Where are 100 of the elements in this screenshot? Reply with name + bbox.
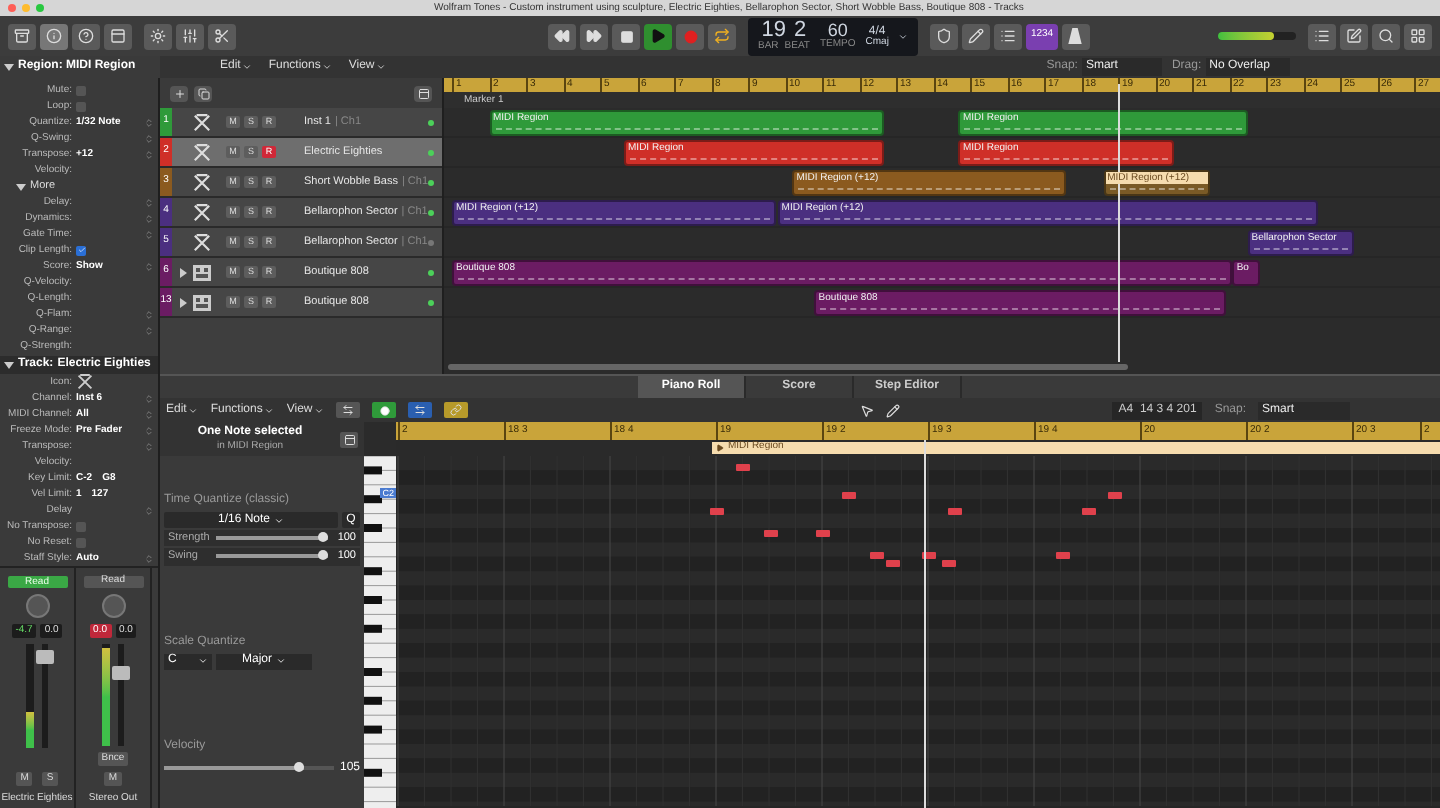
fast-forward-button[interactable] [580,23,608,49]
panel-toggle-button[interactable] [340,431,358,447]
chevron-down-icon [898,31,909,41]
browser-button[interactable] [1404,23,1432,49]
metronome-icon [1068,28,1083,44]
panel-icon [343,433,355,445]
piano-keyboard-drawing[interactable] [364,456,396,806]
play-icon [716,444,724,452]
checkbox[interactable] [76,85,86,95]
disclosure-icon[interactable] [177,267,187,277]
list-icon [1000,28,1017,44]
toolbar-button[interactable] [104,23,132,49]
checkbox[interactable] [76,521,86,531]
metronome-button[interactable] [1061,23,1090,49]
beat-number: 2 [794,20,807,42]
search-button[interactable] [1372,23,1400,49]
slider-thumb[interactable] [293,762,304,772]
help-icon [78,28,94,44]
list-button[interactable] [994,23,1023,49]
popup-arrows-icon [144,425,154,435]
popup-arrows-icon [144,553,154,563]
replace-button[interactable] [930,23,959,49]
add-track-button[interactable] [170,85,188,101]
popup-arrows-icon [144,133,154,143]
slider-track[interactable] [216,554,328,559]
pointer-tool-icon [860,403,875,417]
mixer-button[interactable] [176,23,204,49]
popup-arrows-icon [144,117,154,127]
disclosure-icon[interactable] [177,297,187,307]
pan-knob[interactable] [101,593,125,618]
stop-button[interactable] [612,23,640,49]
notepad-button[interactable] [1340,23,1368,49]
checkbox[interactable] [76,245,86,255]
rewind-button[interactable] [548,23,576,49]
disclosure-icon[interactable] [4,360,14,370]
bar-number: 19 [761,20,787,42]
chevron-down-icon [188,405,199,415]
editors-button[interactable] [208,23,236,49]
fader-handle[interactable] [112,666,130,681]
list-editors-button[interactable] [1308,23,1336,49]
list-icon [1314,28,1330,44]
sun-icon [150,28,166,44]
cycle-button[interactable] [708,23,736,49]
popup-arrows-icon [144,409,154,419]
duplicate-track-button[interactable] [194,85,212,101]
arrows-icon [414,404,427,416]
checkbox[interactable] [76,101,86,111]
catch-button[interactable] [408,402,433,418]
disclosure-icon[interactable] [16,181,26,191]
popup-arrows-icon [144,229,154,239]
fast-forward-icon [586,28,602,44]
disclosure-icon[interactable] [4,62,14,72]
archive-icon [14,28,30,44]
global-tracks-button[interactable] [414,85,432,101]
chevron-down-icon [264,405,275,415]
sliders-icon [182,28,198,44]
popup-arrows-icon [144,441,154,451]
chevron-down-icon [274,515,285,525]
tuner-button[interactable] [962,23,991,49]
popup-arrows-icon [144,309,154,319]
note-pattern-line [1253,248,1349,250]
toolbar-button[interactable] [336,402,361,418]
note-icon [1346,28,1362,44]
play-button[interactable] [644,23,672,49]
shield-icon [936,28,953,44]
slider-thumb[interactable] [318,550,328,561]
keyboard-stand-icon [192,233,212,251]
checkbox[interactable] [76,537,86,547]
slider-track[interactable] [216,536,328,541]
midi-in-button[interactable] [372,402,397,418]
help-button[interactable] [72,23,100,49]
instrument-icon[interactable] [76,374,94,390]
slider-thumb[interactable] [318,532,328,543]
rewind-icon [554,28,570,44]
chevron-down-icon [198,656,208,666]
popup-arrows-icon [144,197,154,207]
chevron-down-icon [314,405,325,415]
master-volume-slider[interactable] [1217,32,1296,40]
chevron-down-icon [376,62,387,72]
keyboard-stand-icon [192,113,212,131]
grid-icon [1410,28,1426,44]
plus-icon [173,87,185,99]
stop-icon [619,29,633,43]
horizontal-scrollbar[interactable] [448,364,1128,370]
library-button[interactable] [8,23,36,49]
keyboard-stand-icon [192,143,212,161]
note-pattern-line [1109,188,1205,190]
fader-handle[interactable] [36,649,54,664]
popup-arrows-icon [144,505,154,515]
popup-arrows-icon [144,213,154,223]
link-icon [450,404,463,416]
pan-knob[interactable] [25,594,49,618]
tempo-value: 60 [827,22,848,40]
smart-controls-button[interactable] [144,23,172,49]
chevron-down-icon [276,656,286,666]
panel-icon [417,87,429,99]
link-button[interactable] [444,402,469,418]
inspector-button[interactable] [40,23,68,49]
check-icon [77,246,85,254]
panel-icon [110,28,126,44]
